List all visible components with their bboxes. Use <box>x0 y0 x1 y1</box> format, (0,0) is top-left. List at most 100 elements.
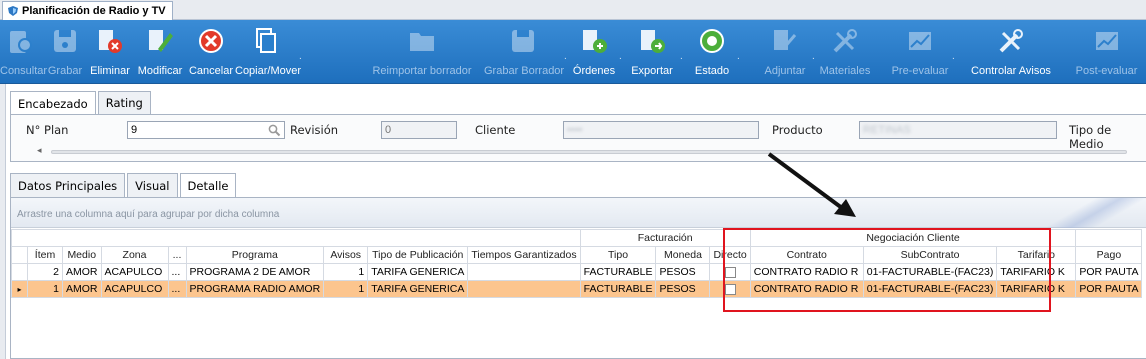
cell-programa[interactable]: PROGRAMA RADIO AMOR <box>185 280 325 298</box>
column-header[interactable]: Medio <box>62 246 102 264</box>
órdenes-button[interactable]: Órdenes <box>571 20 617 84</box>
directo-checkbox[interactable] <box>724 283 736 295</box>
producto-field[interactable]: RETINAS <box>859 121 1057 139</box>
modificar-button[interactable]: Modificar <box>135 20 185 84</box>
scrollbar-thumb[interactable] <box>51 150 1127 154</box>
cell-moneda[interactable]: PESOS <box>655 263 711 281</box>
cell-programa[interactable]: PROGRAMA 2 DE AMOR <box>185 263 325 281</box>
document-tab[interactable]: Planificación de Radio y TV <box>2 1 173 20</box>
eliminar-button[interactable]: Eliminar <box>85 20 135 84</box>
pre-evaluar-button[interactable]: Pre-evaluar <box>890 20 950 84</box>
copiar-mover-button[interactable]: Copiar/Mover <box>235 20 301 84</box>
cell-pago[interactable]: POR PAUTA <box>1075 263 1143 281</box>
cell-tiempos[interactable] <box>467 263 581 281</box>
directo-checkbox[interactable] <box>724 266 736 278</box>
controlar-avisos-button[interactable]: Controlar Avisos <box>968 20 1054 84</box>
column-header[interactable]: Tipo de Publicación <box>367 246 469 264</box>
column-header[interactable]: Tarifario <box>996 246 1077 264</box>
column-header[interactable]: Moneda <box>655 246 711 264</box>
document-tab-strip: Planificación de Radio y TV <box>0 0 1146 20</box>
column-header[interactable]: Zona <box>100 246 169 264</box>
header-panel: N° Plan 9 Revisión 0 Cliente •••• Produc… <box>10 114 1146 162</box>
scroll-left-icon[interactable]: ◂ <box>37 145 42 156</box>
row-indicator[interactable] <box>11 263 28 281</box>
cell-medio[interactable]: AMOR <box>62 280 102 298</box>
tab-detalle[interactable]: Detalle <box>179 173 237 198</box>
cell-item[interactable]: 1 <box>27 280 63 298</box>
tab-encabezado[interactable]: Encabezado <box>10 91 96 115</box>
toolbar-dropdown-dot[interactable]: . <box>952 51 958 62</box>
consultar-button[interactable]: Consultar <box>0 20 47 84</box>
column-header[interactable]: Tiempos Garantizados <box>467 246 581 264</box>
detail-grid: Facturación Negociación Cliente Ítem Medi… <box>11 229 1143 298</box>
column-header[interactable]: Programa <box>185 246 325 264</box>
header-horizontal-scrollbar[interactable]: ◂ <box>37 145 1127 156</box>
cell-tipo[interactable]: FACTURABLE <box>579 280 657 298</box>
toolbar-button-label: Materiales <box>819 65 871 77</box>
cell-tarifario[interactable]: TARIFARIO K <box>996 263 1077 281</box>
column-header[interactable]: Pago <box>1075 246 1143 264</box>
cell-avisos[interactable]: 1 <box>323 263 369 281</box>
reimportar-borrador-button[interactable]: Reimportar borrador <box>366 20 478 84</box>
toolbar-dropdown-dot[interactable]: . <box>564 51 570 62</box>
grabar-borrador-button[interactable]: Grabar Borrador <box>484 20 565 84</box>
row-indicator[interactable]: ▸ <box>11 280 28 298</box>
cell-subcontrato[interactable]: 01-FACTURABLE-(FAC23) <box>862 280 998 298</box>
tab-datos-principales[interactable]: Datos Principales <box>10 173 126 197</box>
cell-tipo[interactable]: FACTURABLE <box>579 263 657 281</box>
toolbar-dropdown-dot[interactable]: . <box>737 51 743 62</box>
revision-field[interactable]: 0 <box>381 121 457 139</box>
table-row[interactable]: 2 AMOR ACAPULCO... PROGRAMA 2 DE AMOR 1 TARIF… <box>11 263 1143 281</box>
directo-checkbox-cell[interactable] <box>709 263 751 281</box>
cell-pago[interactable]: POR PAUTA <box>1075 280 1143 298</box>
cell-tipo_pub[interactable]: TARIFA GENERICA <box>367 263 469 281</box>
group-by-panel[interactable]: Arrastre una columna aquí para agrupar p… <box>11 198 1146 228</box>
column-header[interactable]: Ítem <box>27 246 63 264</box>
column-header[interactable]: ... <box>167 246 187 264</box>
toolbar-button-label: Estado <box>694 65 730 77</box>
tab-visual[interactable]: Visual <box>127 173 178 197</box>
toolbar-dropdown-dot[interactable]: . <box>680 51 686 62</box>
materiales-button[interactable]: Materiales <box>816 20 874 84</box>
cliente-field[interactable]: •••• <box>563 121 759 139</box>
column-header[interactable]: SubContrato <box>862 246 998 264</box>
save-draft-icon <box>512 30 534 52</box>
cell-zona[interactable]: ACAPULCO <box>100 280 169 298</box>
column-header[interactable]: Contrato <box>749 246 864 264</box>
cell-subcontrato[interactable]: 01-FACTURABLE-(FAC23) <box>862 263 998 281</box>
toolbar-dropdown-dot[interactable]: . <box>619 51 625 62</box>
cell-dots[interactable]: ... <box>167 280 187 298</box>
cell-contrato[interactable]: CONTRATO RADIO R <box>749 263 864 281</box>
toolbar-dropdown-dot[interactable]: . <box>812 51 818 62</box>
grabar-button[interactable]: Grabar <box>47 20 83 84</box>
toolbar-button-label: Grabar Borrador <box>484 65 565 77</box>
search-icon[interactable] <box>268 124 281 137</box>
cell-avisos[interactable]: 1 <box>323 280 369 298</box>
cell-tarifario[interactable]: TARIFARIO K <box>996 280 1077 298</box>
cell-zona[interactable]: ACAPULCO <box>100 263 169 281</box>
cell-contrato[interactable]: CONTRATO RADIO R <box>749 280 864 298</box>
estado-button[interactable]: Estado <box>689 20 735 84</box>
post-evaluar-button[interactable]: Post-evaluar <box>1067 20 1146 84</box>
cancelar-button[interactable]: Cancelar <box>187 20 235 84</box>
cell-dots[interactable]: ... <box>167 263 187 281</box>
table-row[interactable]: ▸ 1 AMOR ACAPULCO... PROGRAMA RADIO AMOR 1 TAR… <box>11 280 1143 298</box>
cell-tiempos[interactable] <box>467 280 581 298</box>
copy-icon <box>256 28 276 53</box>
cell-medio[interactable]: AMOR <box>62 263 102 281</box>
toolbar-dropdown-dot[interactable]: . <box>299 51 305 62</box>
cell-tipo_pub[interactable]: TARIFA GENERICA <box>367 280 469 298</box>
exportar-button[interactable]: Exportar <box>626 20 678 84</box>
cell-moneda[interactable]: PESOS <box>655 280 711 298</box>
column-header[interactable]: Tipo <box>579 246 657 264</box>
toolbar-button-label: Modificar <box>137 65 183 77</box>
column-header[interactable]: Directo <box>709 246 751 264</box>
tab-rating[interactable]: Rating <box>97 91 151 114</box>
toolbar-button-label: Post-evaluar <box>1075 65 1138 77</box>
column-header[interactable]: Avisos <box>323 246 369 264</box>
cell-item[interactable]: 2 <box>27 263 63 281</box>
consult-icon <box>10 31 32 53</box>
plan-number-field[interactable]: 9 <box>127 121 285 139</box>
adjuntar-button[interactable]: Adjuntar <box>760 20 810 84</box>
directo-checkbox-cell[interactable] <box>709 280 751 298</box>
